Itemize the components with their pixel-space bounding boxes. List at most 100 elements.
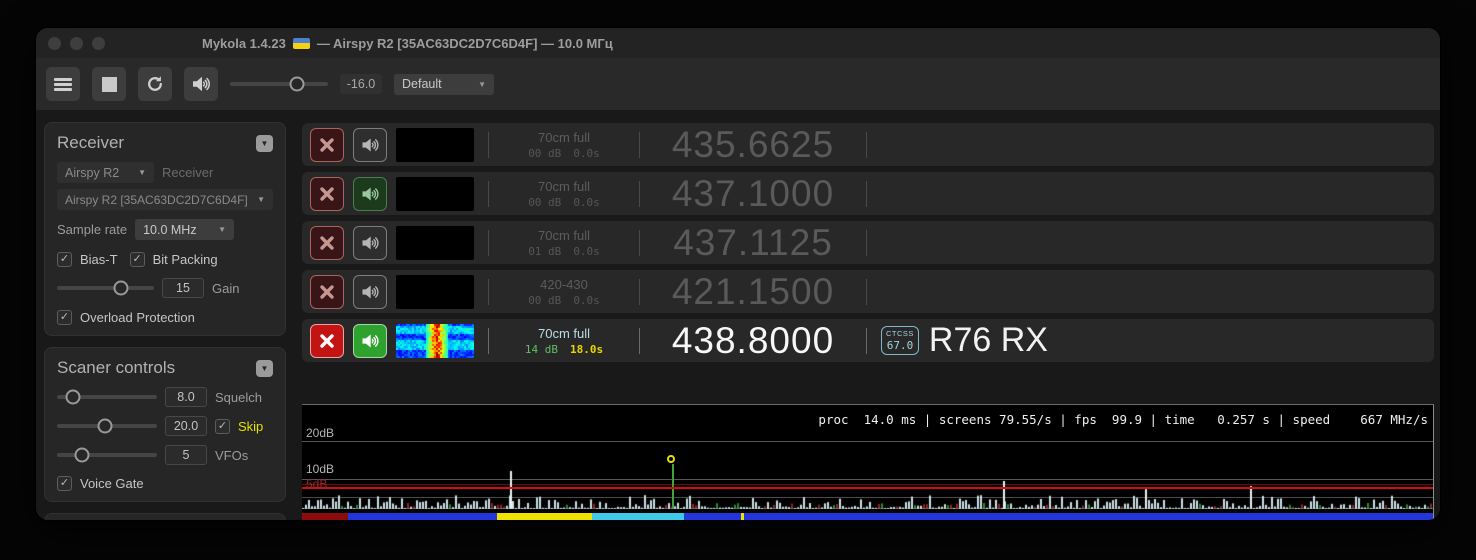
device-dropdown[interactable]: Airspy R2 [35AC63DC2D7C6D4F] ▼ [57,189,273,210]
hamburger-icon [54,76,72,93]
waterfall-thumbnail[interactable] [396,128,474,162]
scan-progress-segment [684,513,1433,520]
divider [639,181,640,207]
active-duration: 0.0s [573,245,600,258]
waterfall-thumbnail[interactable] [396,226,474,260]
bias-t-checkbox[interactable]: ✓ [57,252,72,267]
stop-button[interactable] [92,67,126,101]
waterfall-thumbnail[interactable] [396,177,474,211]
chevron-down-icon: ▼ [218,225,226,234]
divider [488,230,489,256]
scan-progress-segment [302,513,348,520]
menu-button[interactable] [46,67,80,101]
skip-slider[interactable] [57,418,157,434]
overload-protection-checkbox[interactable]: ✓ [57,310,72,325]
check-icon: ✓ [60,311,69,323]
mute-vfo-button[interactable] [353,324,387,358]
mute-vfo-button[interactable] [353,177,387,211]
ctcss-value: 67.0 [886,339,914,352]
squelch-input[interactable] [165,387,207,407]
bias-t-label: Bias-T [80,252,118,267]
voice-gate-checkbox[interactable]: ✓ [57,476,72,491]
speaker-icon [359,134,381,156]
window-title-app: Mykola 1.4.23 [202,36,286,51]
titlebar: Mykola 1.4.23 — Airspy R2 [35AC63DC2D7C6… [36,28,1440,58]
signal-level: 01 dB [528,245,561,258]
divider [639,328,640,354]
tuned-marker-dot [667,455,675,463]
ctcss-label: CTCSS [886,329,914,338]
skip-checkbox[interactable]: ✓ [215,419,230,434]
frequency-display: 438.8000 [654,320,852,362]
bit-packing-checkbox[interactable]: ✓ [130,252,145,267]
skip-input[interactable] [165,416,207,436]
vfo-row[interactable]: 70cm full 14 dB 18.0s 438.8000 CTCSS 67.… [302,319,1434,362]
sample-rate-value: 10.0 MHz [143,223,197,237]
waterfall-thumbnail[interactable] [396,275,474,309]
delete-vfo-button[interactable] [310,275,344,309]
band-name: 70cm full [503,179,625,194]
station-extras: CTCSS 67.0 R76 RX [881,321,1048,360]
gain-slider-thumb[interactable] [114,281,129,296]
minimize-button[interactable] [70,37,83,50]
close-icon [318,283,336,301]
skip-slider-thumb[interactable] [98,419,113,434]
speaker-icon [359,232,381,254]
driver-dropdown[interactable]: Airspy R2 ▼ [57,162,154,183]
volume-slider-track[interactable] [230,82,328,86]
vfo-row[interactable]: 70cm full 01 dB 0.0s 437.1125 [302,221,1434,264]
scanner-controls-collapse-button[interactable]: ▼ [256,360,273,377]
squelch-slider-thumb[interactable] [66,390,81,405]
audio-mute-button[interactable] [184,67,218,101]
chevron-down-icon: ▼ [478,80,486,89]
vfos-slider-track[interactable] [57,453,157,457]
vfo-row[interactable]: 70cm full 00 dB 0.0s 437.1000 [302,172,1434,215]
divider [639,132,640,158]
sample-rate-dropdown[interactable]: 10.0 MHz ▼ [135,219,234,240]
gain-slider-track[interactable] [57,286,154,290]
vfo-row[interactable]: 420-430 00 dB 0.0s 421.1500 [302,270,1434,313]
band-info: 70cm full 01 dB 0.0s [503,228,625,258]
vfo-row[interactable]: 70cm full 00 dB 0.0s 435.6625 [302,123,1434,166]
vfos-input[interactable] [165,445,207,465]
mute-vfo-button[interactable] [353,226,387,260]
squelch-slider[interactable] [57,389,157,405]
mute-vfo-button[interactable] [353,128,387,162]
close-icon [318,136,336,154]
receiver-collapse-button[interactable]: ▼ [256,135,273,152]
scan-ranges-panel: Scan Ranges ▼ [44,513,286,520]
rescan-button[interactable] [138,67,172,101]
stop-icon [102,77,117,92]
delete-vfo-button[interactable] [310,177,344,211]
scan-progress-segment [497,513,592,520]
band-info: 70cm full 14 dB 18.0s [503,326,625,356]
signal-level: 00 dB [528,196,561,209]
ukraine-flag-icon [293,38,310,49]
close-button[interactable] [48,37,61,50]
scan-progress-segment [348,513,496,520]
band-name: 70cm full [503,130,625,145]
vfos-slider-thumb[interactable] [75,448,90,463]
vfos-slider[interactable] [57,447,157,463]
divider [866,328,867,354]
waterfall-thumbnail[interactable] [396,324,474,358]
delete-vfo-button[interactable] [310,324,344,358]
check-icon: ✓ [60,253,69,265]
volume-slider-thumb[interactable] [289,77,304,92]
close-icon [318,332,336,350]
profile-dropdown[interactable]: Default ▼ [394,74,494,95]
frequency-display: 421.1500 [654,271,852,313]
sample-rate-label: Sample rate [57,222,127,237]
gain-input[interactable] [162,278,204,298]
volume-slider[interactable] [230,76,328,92]
ctcss-badge: CTCSS 67.0 [881,326,919,355]
gain-slider[interactable] [57,280,154,296]
delete-vfo-button[interactable] [310,226,344,260]
mute-vfo-button[interactable] [353,275,387,309]
delete-vfo-button[interactable] [310,128,344,162]
chevron-down-icon: ▼ [261,139,269,148]
band-name: 70cm full [503,326,625,341]
sidebar: Receiver ▼ Airspy R2 ▼ Receiver Airspy R… [44,122,286,520]
maximize-button[interactable] [92,37,105,50]
divider [866,279,867,305]
